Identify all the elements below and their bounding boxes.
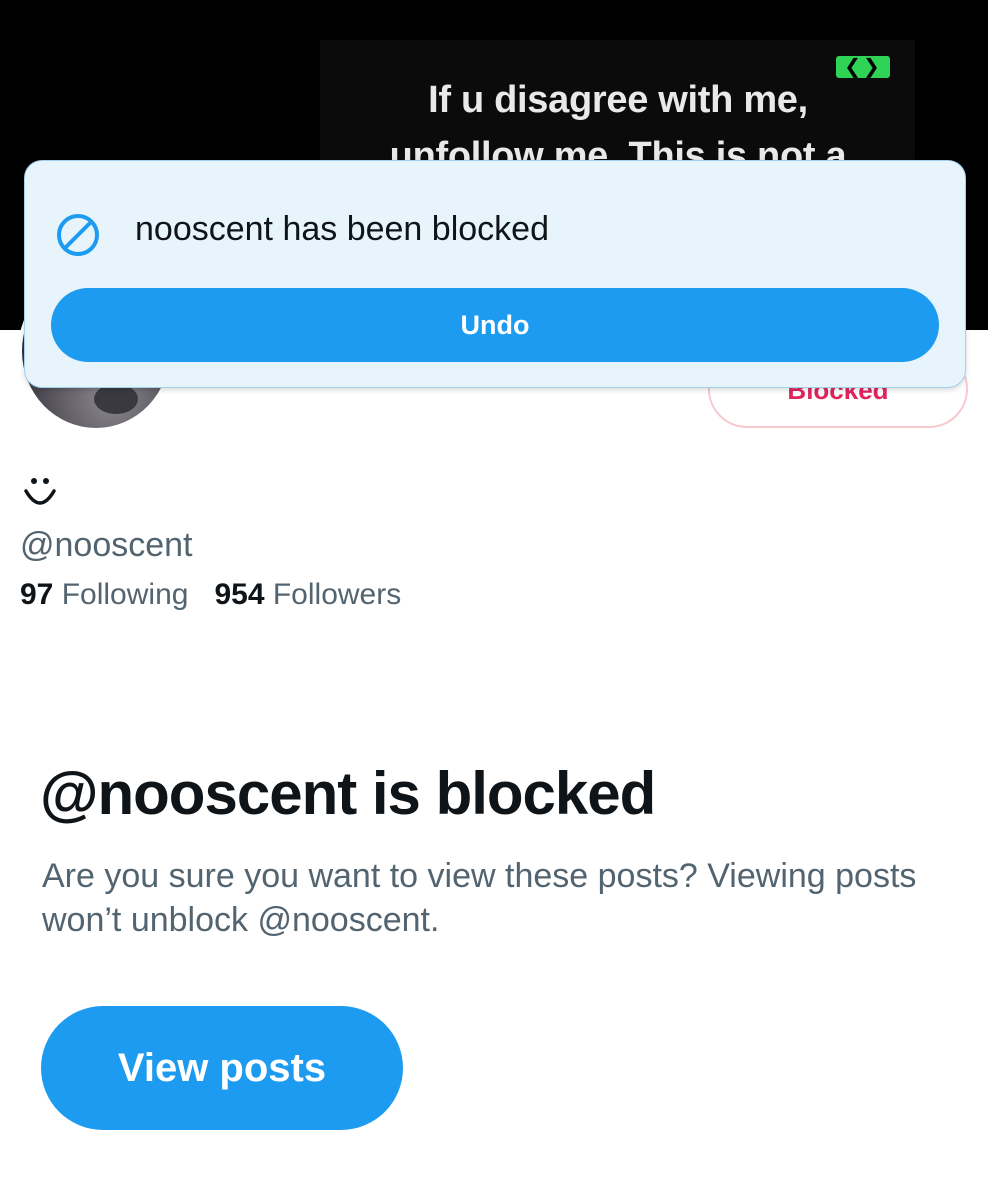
blocked-description: Are you sure you want to view these post… <box>42 857 917 939</box>
followers-link[interactable]: 954 Followers <box>214 574 401 616</box>
following-count: 97 <box>20 578 54 611</box>
view-posts-button[interactable]: View posts <box>41 1006 403 1130</box>
blocked-title: @nooscent is blocked <box>40 760 656 827</box>
followers-label: Followers <box>272 578 402 611</box>
profile-stats: 97 Following 954 Followers <box>20 574 401 616</box>
smiley-face-icon <box>24 478 56 505</box>
following-link[interactable]: 97 Following <box>20 574 188 616</box>
profile-handle: @nooscent <box>20 526 193 564</box>
following-label: Following <box>61 578 189 611</box>
followers-count: 954 <box>214 578 265 611</box>
undo-button[interactable]: Undo <box>51 288 939 362</box>
blocked-toast: nooscent has been blocked Undo <box>24 160 966 388</box>
block-icon <box>57 214 99 256</box>
quote-icon: ❮❯ <box>836 56 890 78</box>
toast-message: nooscent has been blocked <box>135 210 549 248</box>
